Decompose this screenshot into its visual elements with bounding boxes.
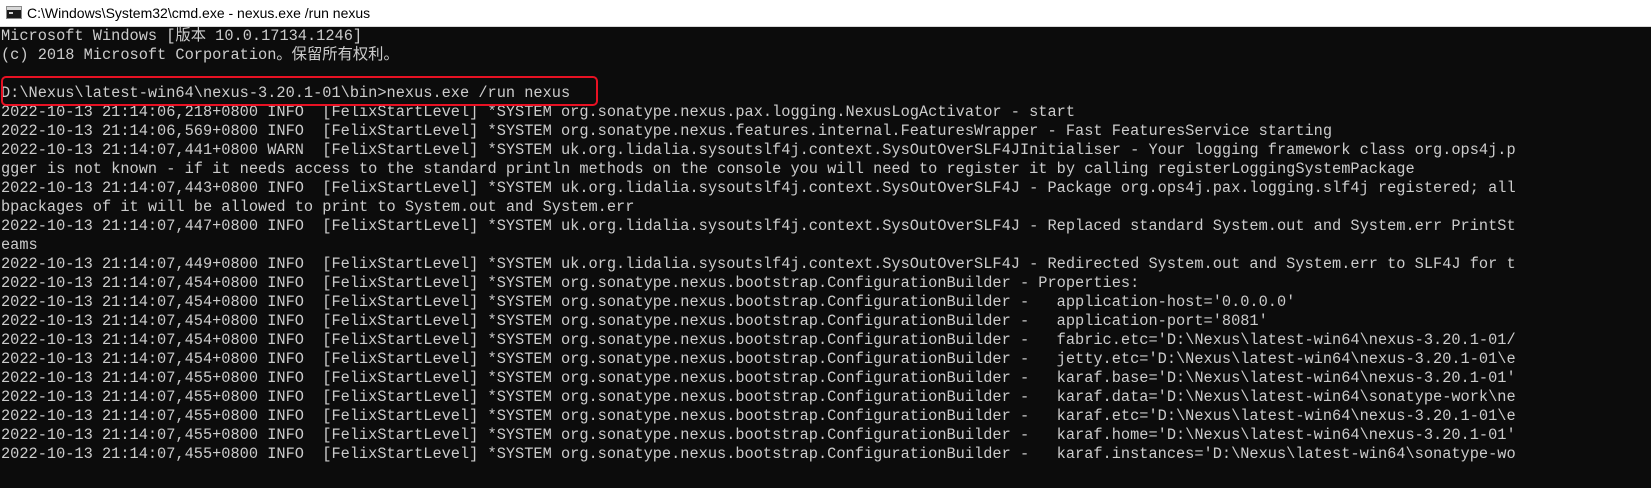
console-line: 2022-10-13 21:14:06,218+0800 INFO [Felix…	[1, 103, 1076, 121]
console-line: 2022-10-13 21:14:07,447+0800 INFO [Felix…	[1, 217, 1516, 235]
console-line: 2022-10-13 21:14:07,455+0800 INFO [Felix…	[1, 445, 1516, 463]
console-line: 2022-10-13 21:14:07,441+0800 WARN [Felix…	[1, 141, 1516, 159]
window-title: C:\Windows\System32\cmd.exe - nexus.exe …	[27, 5, 371, 21]
console-line: 2022-10-13 21:14:07,454+0800 INFO [Felix…	[1, 331, 1516, 349]
cmd-icon[interactable]	[6, 6, 22, 19]
console-line: 2022-10-13 21:14:07,454+0800 INFO [Felix…	[1, 293, 1296, 311]
console-line: bpackages of it will be allowed to print…	[1, 198, 635, 216]
console-line: (c) 2018 Microsoft Corporation。保留所有权利。	[1, 46, 399, 64]
command-line: D:\Nexus\latest-win64\nexus-3.20.1-01\bi…	[1, 84, 571, 102]
cmd-window: C:\Windows\System32\cmd.exe - nexus.exe …	[0, 0, 1651, 488]
console-line: 2022-10-13 21:14:07,455+0800 INFO [Felix…	[1, 369, 1516, 387]
console-line: 2022-10-13 21:14:07,455+0800 INFO [Felix…	[1, 388, 1516, 406]
console-line: gger is not known - if it needs access t…	[1, 160, 1415, 178]
console-line: Microsoft Windows [版本 10.0.17134.1246]	[1, 27, 363, 45]
console-output[interactable]: Microsoft Windows [版本 10.0.17134.1246] (…	[0, 27, 1651, 488]
console-line: 2022-10-13 21:14:07,443+0800 INFO [Felix…	[1, 179, 1516, 197]
console-line: eams	[1, 236, 38, 254]
console-line: 2022-10-13 21:14:07,454+0800 INFO [Felix…	[1, 312, 1268, 330]
console-line: 2022-10-13 21:14:07,454+0800 INFO [Felix…	[1, 350, 1516, 368]
console-line: 2022-10-13 21:14:06,569+0800 INFO [Felix…	[1, 122, 1333, 140]
console-line: 2022-10-13 21:14:07,455+0800 INFO [Felix…	[1, 407, 1516, 425]
console-line: 2022-10-13 21:14:07,454+0800 INFO [Felix…	[1, 274, 1140, 292]
console-line: 2022-10-13 21:14:07,455+0800 INFO [Felix…	[1, 426, 1516, 444]
title-bar[interactable]: C:\Windows\System32\cmd.exe - nexus.exe …	[0, 0, 1651, 27]
console-line: 2022-10-13 21:14:07,449+0800 INFO [Felix…	[1, 255, 1516, 273]
